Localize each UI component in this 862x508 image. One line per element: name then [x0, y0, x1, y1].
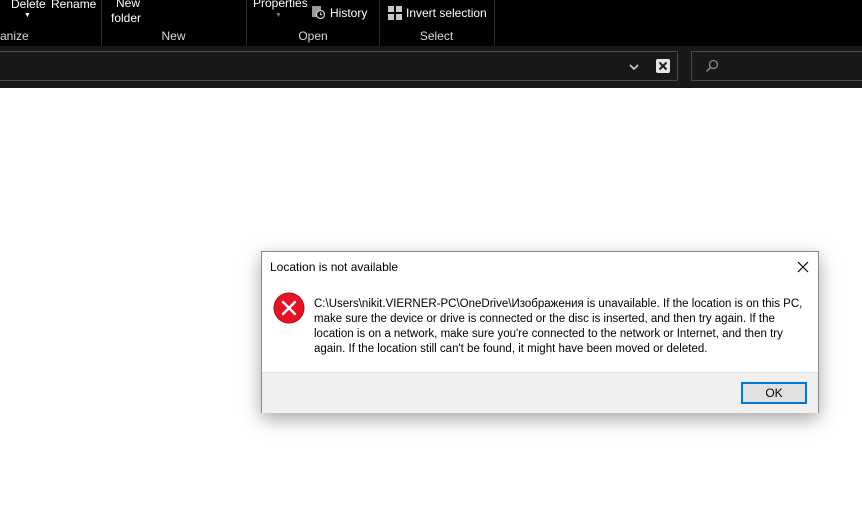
group-label-open: Open [298, 29, 328, 43]
dialog-message: C:\Users\nikit.VIERNER-PC\OneDrive\Изобр… [314, 298, 803, 355]
properties-button[interactable]: Properties [253, 0, 308, 10]
delete-label: Delete [11, 0, 46, 11]
new-folder-label-line2: folder [111, 11, 142, 25]
close-icon[interactable] [792, 258, 814, 276]
clear-address-icon[interactable] [655, 58, 671, 74]
address-row [0, 46, 862, 88]
error-icon [273, 292, 305, 324]
history-label: History [330, 6, 368, 20]
error-dialog: Location is not available C:\Users\nikit… [261, 251, 819, 413]
address-bar[interactable] [0, 51, 678, 81]
search-icon [705, 59, 719, 73]
ok-button[interactable]: OK [741, 382, 807, 404]
history-icon [312, 6, 325, 19]
group-divider [494, 0, 495, 46]
rename-button[interactable]: Rename [51, 0, 96, 11]
invert-selection-label: Invert selection [406, 6, 487, 20]
group-label-new: New [161, 29, 186, 43]
properties-label: Properties [253, 0, 308, 10]
delete-dropdown-icon[interactable]: ▼ [24, 12, 31, 19]
invert-selection-icon [388, 6, 402, 20]
properties-dropdown-icon[interactable]: ▼ [275, 12, 282, 19]
dialog-title: Location is not available [270, 260, 399, 274]
search-input[interactable] [691, 51, 862, 81]
delete-button[interactable]: Delete [11, 0, 46, 11]
group-label-select: Select [419, 29, 454, 43]
rename-label: Rename [51, 0, 97, 11]
new-folder-label-line1: New [116, 0, 141, 10]
dialog-footer: OK [262, 372, 818, 413]
new-folder-button[interactable]: New folder [111, 0, 141, 26]
ribbon: Delete ▼ Rename anize New folder New Pro… [0, 0, 862, 46]
group-label-organize: anize [0, 29, 29, 43]
chevron-down-icon[interactable] [627, 60, 641, 74]
